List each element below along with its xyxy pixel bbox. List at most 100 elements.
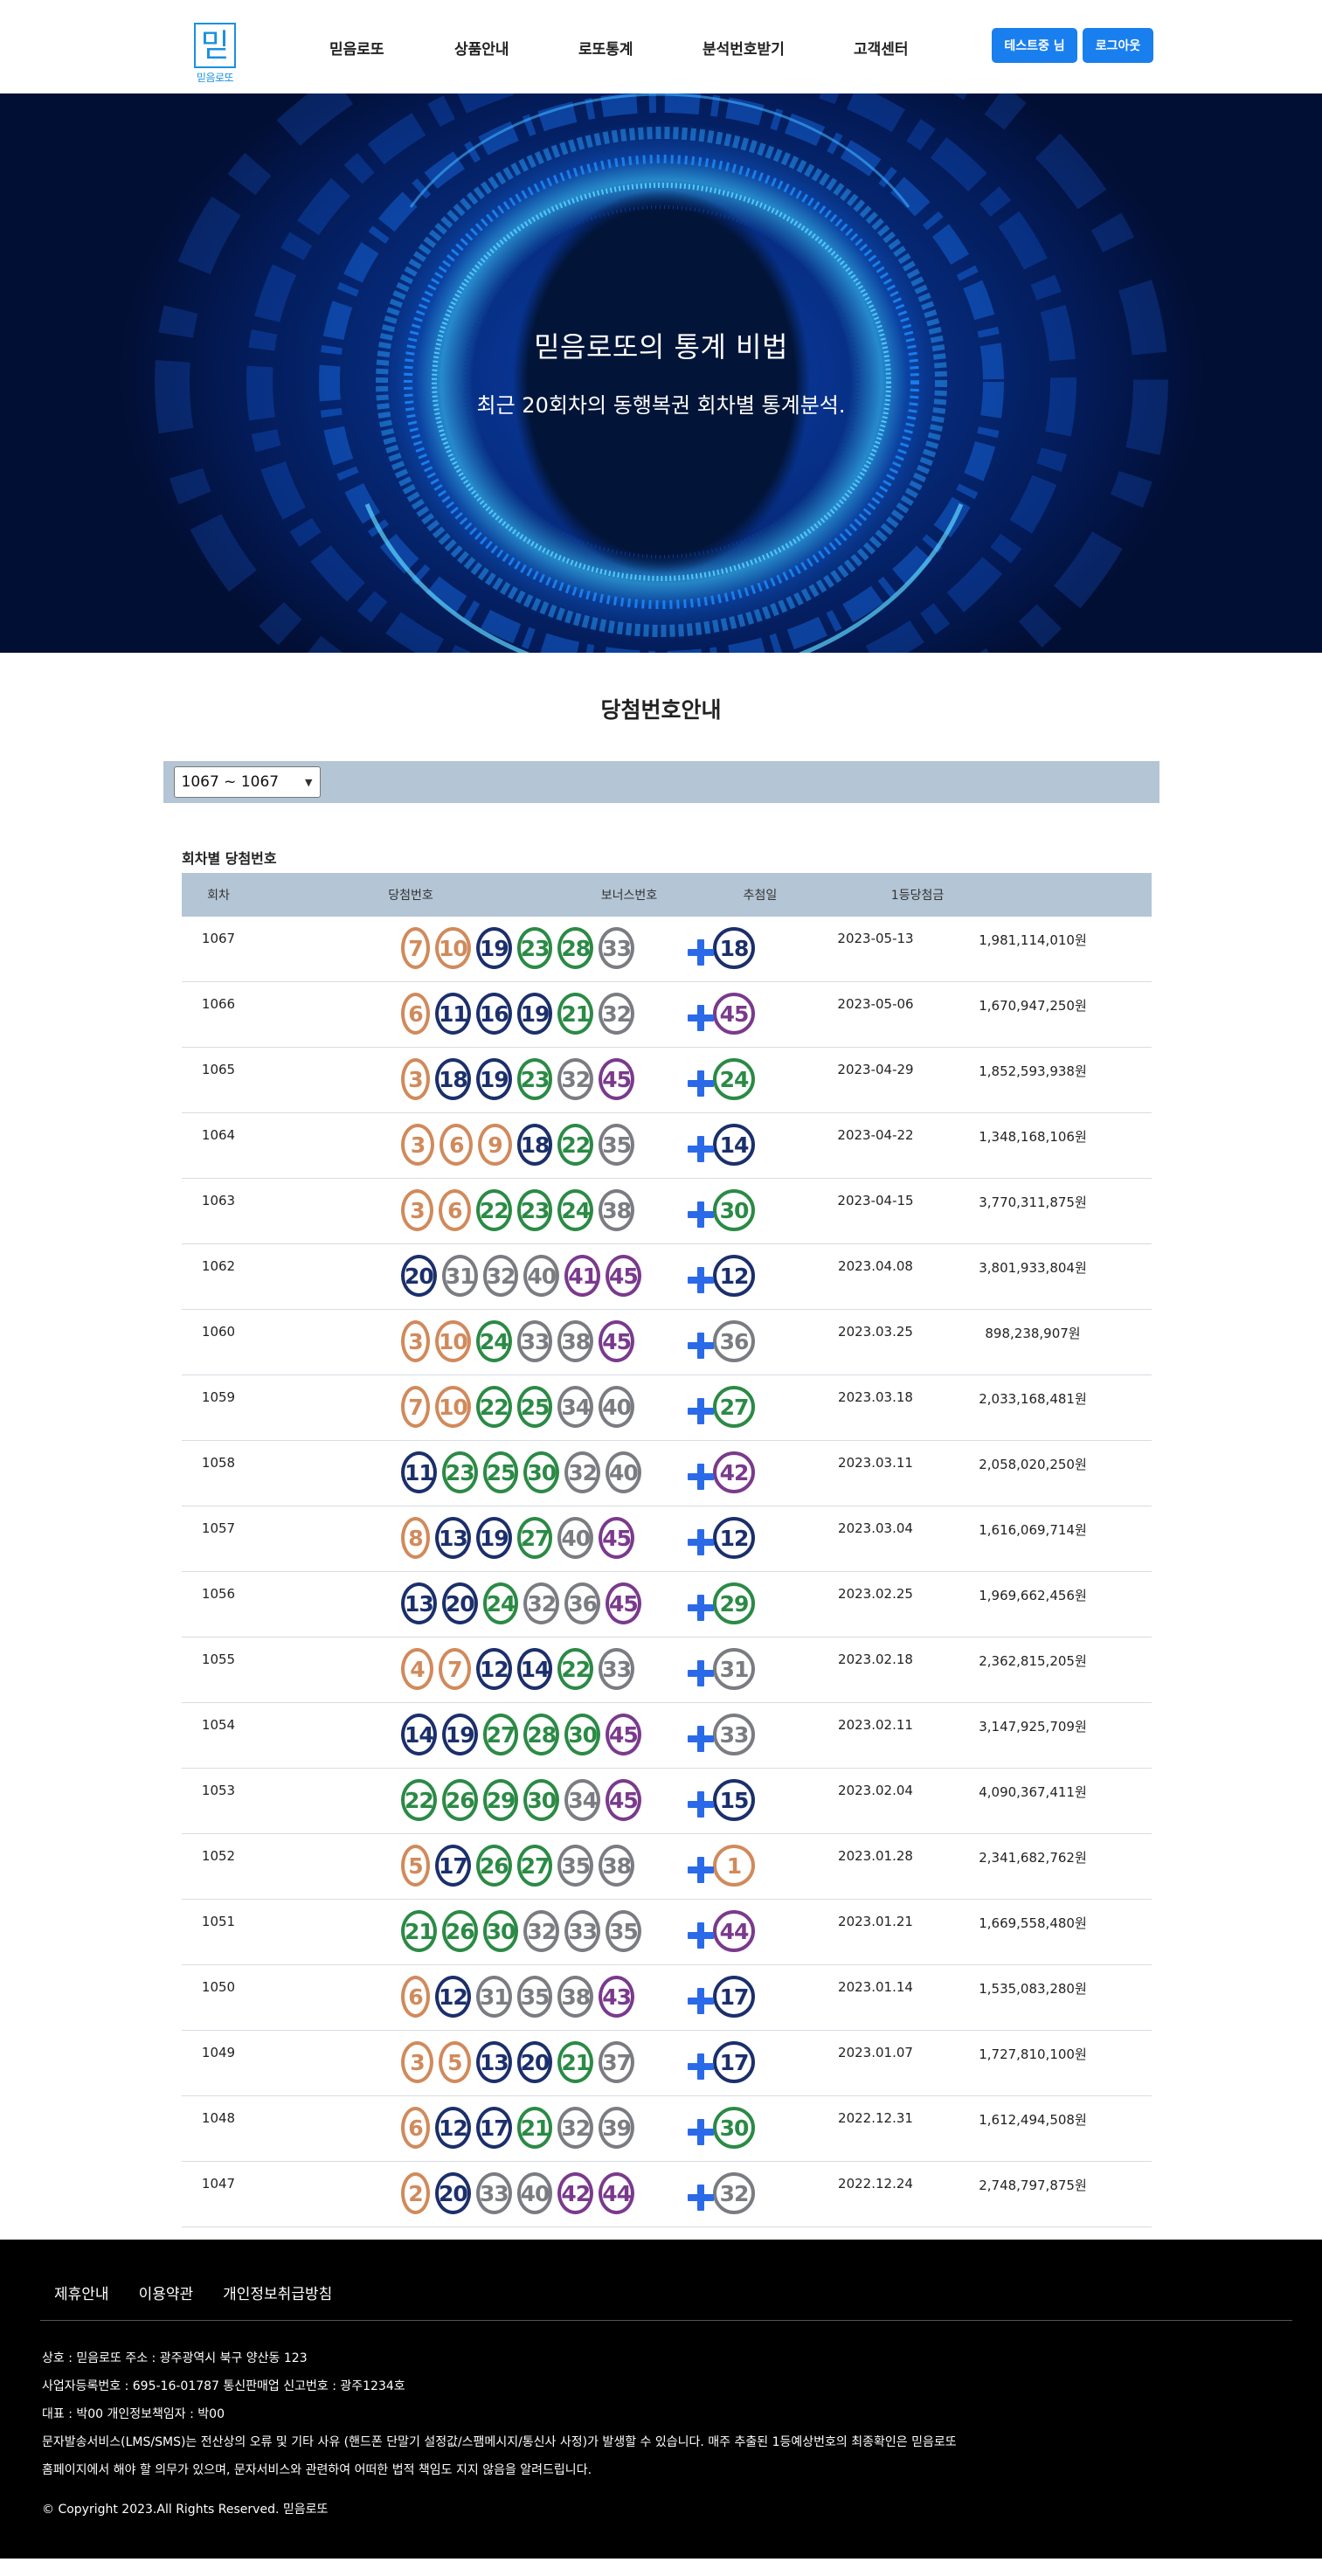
plus-cell bbox=[640, 1113, 714, 1162]
table-row: 1055 4 7 12 14 22 33 31 2023.02.18 2,362,815,205원 bbox=[182, 1638, 1152, 1703]
lotto-ball: 31 bbox=[475, 1976, 512, 2018]
plus-cell bbox=[640, 2096, 714, 2145]
lotto-ball: 22 bbox=[475, 1386, 512, 1428]
nav-item-stats[interactable]: 로또통계 bbox=[578, 37, 633, 59]
plus-cell bbox=[640, 1048, 714, 1097]
lotto-ball: 14 bbox=[516, 1648, 553, 1690]
lotto-ball: 18 bbox=[516, 1124, 553, 1166]
bonus-ball: 17 bbox=[713, 1976, 755, 2018]
lotto-ball: 45 bbox=[599, 1058, 634, 1100]
round-range-select[interactable]: 1067 ~ 1067 ▼ bbox=[173, 766, 321, 798]
bonus-cell: 30 bbox=[713, 1179, 807, 1231]
winning-numbers-table: 회차 당첨번호 보너스번호 추첨일 1등당첨금 1067 7 10 19 23 28 33 1… bbox=[182, 873, 1152, 2227]
draw-date: 2023-04-29 bbox=[837, 1062, 914, 1077]
round-number: 1048 bbox=[201, 2110, 236, 2126]
lotto-ball: 17 bbox=[475, 2107, 512, 2149]
bonus-ball: 45 bbox=[713, 993, 755, 1035]
bonus-ball: 24 bbox=[713, 1058, 755, 1100]
lotto-ball: 31 bbox=[441, 1255, 478, 1297]
lotto-ball: 45 bbox=[605, 1582, 641, 1624]
site-footer: 제휴안내 이용약관 개인정보취급방침 상호 : 믿음로또 주소 : 광주광역시 … bbox=[0, 2240, 1322, 2559]
lotto-ball: 32 bbox=[599, 993, 634, 1035]
bonus-cell: 29 bbox=[713, 1572, 807, 1624]
draw-date: 2023-04-15 bbox=[837, 1193, 914, 1208]
site-header: 믿 믿음로또 믿음로또 상품안내 로또통계 분석번호받기 고객센터 테스트중 님… bbox=[0, 0, 1322, 93]
lotto-ball: 29 bbox=[482, 1779, 519, 1821]
lotto-ball: 45 bbox=[605, 1255, 641, 1297]
draw-date: 2023.01.28 bbox=[838, 1848, 913, 1864]
footer-info-line: 홈페이지에서 해야 할 의무가 있으며, 문자서비스와 관련하여 어떠한 법적 … bbox=[42, 2463, 592, 2477]
round-number: 1059 bbox=[201, 1389, 236, 1405]
draw-date: 2022.12.31 bbox=[838, 2110, 913, 2126]
nav-item-support[interactable]: 고객센터 bbox=[854, 37, 909, 59]
draw-date: 2023.01.07 bbox=[838, 2045, 913, 2060]
footer-link-partnership[interactable]: 제휴안내 bbox=[54, 2282, 109, 2303]
first-prize: 3,801,933,804원 bbox=[979, 1260, 1087, 1276]
bonus-cell: 15 bbox=[713, 1769, 807, 1821]
lotto-ball: 32 bbox=[523, 1910, 560, 1952]
round-number: 1052 bbox=[201, 1848, 236, 1864]
bonus-ball: 44 bbox=[713, 1910, 755, 1952]
draw-date: 2023.01.14 bbox=[838, 1979, 913, 1995]
footer-company-info: 상호 : 믿음로또 주소 : 광주광역시 북구 양산동 123 사업자등록번호 … bbox=[42, 2344, 957, 2484]
bonus-ball: 12 bbox=[713, 1255, 755, 1297]
bonus-ball: 15 bbox=[713, 1779, 755, 1821]
lotto-ball: 33 bbox=[475, 2172, 512, 2214]
plus-cell bbox=[640, 1572, 714, 1621]
footer-link-terms[interactable]: 이용약관 bbox=[139, 2282, 194, 2303]
bonus-cell: 18 bbox=[713, 917, 807, 969]
draw-date: 2023.03.25 bbox=[838, 1324, 913, 1340]
lotto-ball: 23 bbox=[441, 1451, 478, 1493]
lotto-ball: 10 bbox=[435, 1320, 471, 1362]
lotto-ball: 32 bbox=[482, 1255, 519, 1297]
bonus-ball: 18 bbox=[713, 927, 755, 969]
nav-item-products[interactable]: 상품안내 bbox=[454, 37, 509, 59]
bonus-cell: 1 bbox=[713, 1834, 807, 1887]
draw-date: 2023.02.04 bbox=[838, 1783, 913, 1798]
lotto-ball: 19 bbox=[441, 1714, 478, 1755]
first-prize: 2,748,797,875원 bbox=[979, 2178, 1087, 2193]
plus-icon bbox=[688, 1660, 714, 1686]
chevron-down-icon: ▼ bbox=[305, 776, 313, 788]
user-button[interactable]: 테스트중 님 bbox=[992, 28, 1077, 63]
lotto-ball: 42 bbox=[557, 2172, 594, 2214]
lotto-ball: 11 bbox=[435, 993, 471, 1035]
lotto-ball: 38 bbox=[599, 1189, 634, 1231]
lotto-ball: 45 bbox=[605, 1779, 641, 1821]
round-number: 1055 bbox=[201, 1652, 236, 1667]
lotto-ball: 25 bbox=[482, 1451, 519, 1493]
lotto-ball: 35 bbox=[516, 1976, 553, 2018]
lotto-ball: 6 bbox=[401, 993, 431, 1035]
footer-copyright: © Copyright 2023.All Rights Reserved. 믿음… bbox=[42, 2503, 329, 2517]
bonus-ball: 1 bbox=[713, 1845, 755, 1887]
lotto-ball: 19 bbox=[475, 1058, 512, 1100]
bonus-cell: 12 bbox=[713, 1506, 807, 1559]
footer-links: 제휴안내 이용약관 개인정보취급방침 bbox=[54, 2282, 332, 2303]
plus-cell bbox=[640, 1375, 714, 1424]
hero-subtitle: 최근 20회차의 동행복권 회차별 통계분석. bbox=[476, 393, 846, 418]
table-row: 1063 3 6 22 23 24 38 30 2023-04-15 3,770,311,875원 bbox=[182, 1179, 1152, 1244]
lotto-ball: 45 bbox=[605, 1714, 641, 1755]
logout-button[interactable]: 로그아웃 bbox=[1083, 28, 1153, 63]
nav-item-get-numbers[interactable]: 분석번호받기 bbox=[703, 37, 785, 59]
nav-item-home[interactable]: 믿음로또 bbox=[329, 37, 384, 59]
lotto-ball: 20 bbox=[435, 2172, 471, 2214]
hero-background-art bbox=[155, 93, 1168, 653]
lotto-ball: 41 bbox=[564, 1255, 600, 1297]
footer-link-privacy[interactable]: 개인정보취급방침 bbox=[223, 2282, 332, 2303]
lotto-ball: 38 bbox=[599, 1845, 634, 1887]
table-row: 1053 22 26 29 30 34 45 15 2023.02.04 4,090,367,41… bbox=[182, 1769, 1152, 1834]
lotto-ball: 3 bbox=[401, 1058, 431, 1100]
bonus-ball: 36 bbox=[713, 1320, 755, 1362]
lotto-ball: 35 bbox=[605, 1910, 641, 1952]
draw-date: 2023.03.11 bbox=[838, 1455, 913, 1471]
first-prize: 3,147,925,709원 bbox=[979, 1719, 1087, 1735]
lotto-ball: 3 bbox=[401, 2041, 433, 2083]
bonus-cell: 30 bbox=[713, 2096, 807, 2149]
bonus-ball: 42 bbox=[713, 1451, 755, 1493]
lotto-ball: 39 bbox=[599, 2107, 634, 2149]
lotto-ball: 44 bbox=[599, 2172, 634, 2214]
round-number: 1053 bbox=[201, 1783, 236, 1798]
bonus-cell: 31 bbox=[713, 1638, 807, 1690]
plus-icon bbox=[688, 1857, 714, 1883]
